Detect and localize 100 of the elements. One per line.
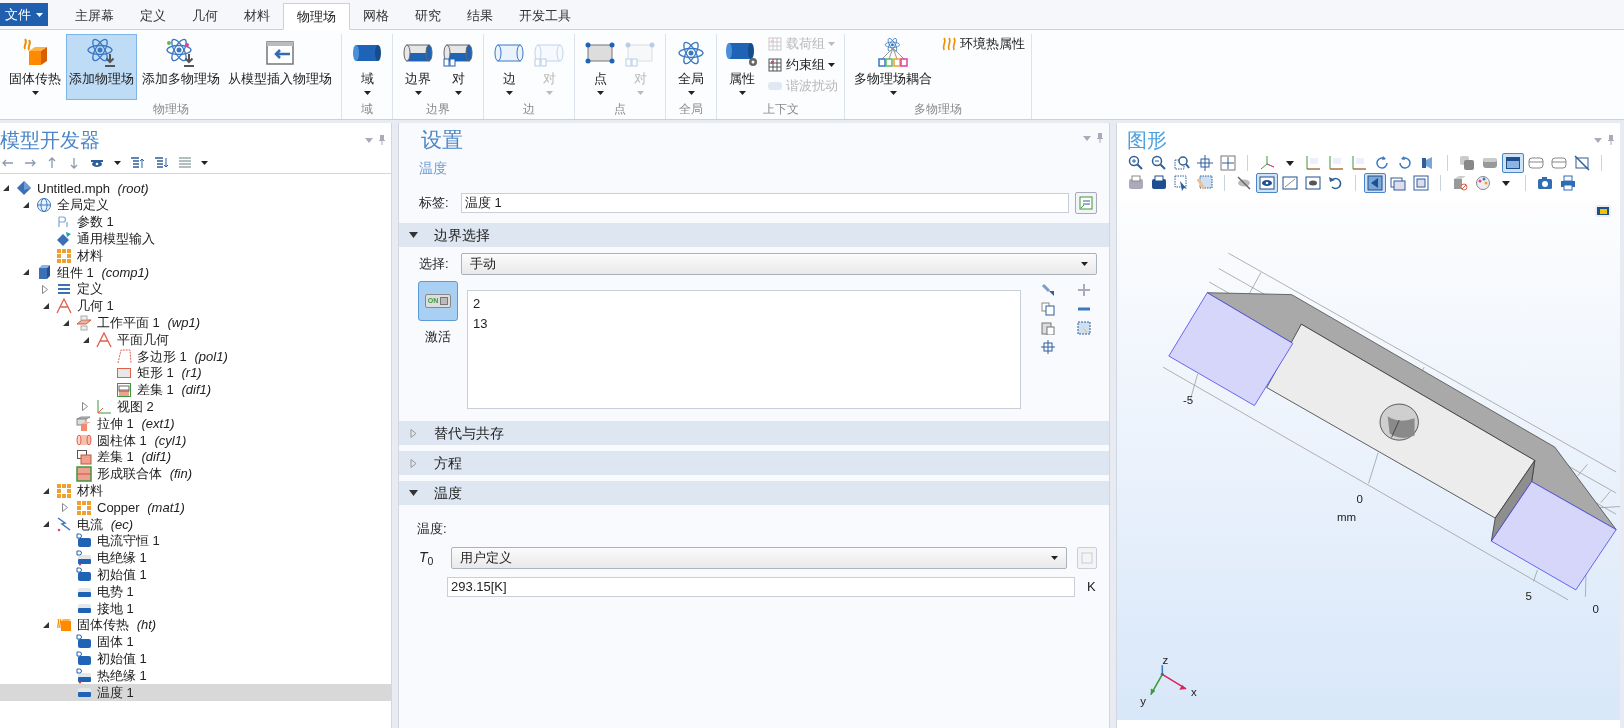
expanded-icon[interactable] bbox=[42, 486, 50, 495]
selection-dropdown[interactable]: 手动 bbox=[461, 253, 1097, 275]
tree-item[interactable]: 圆柱体 1 (cyl1) bbox=[0, 431, 391, 449]
caret-icon[interactable] bbox=[114, 161, 121, 165]
expanded-icon[interactable] bbox=[42, 520, 50, 529]
down-arrow-icon[interactable] bbox=[68, 157, 80, 169]
toolbar-button[interactable] bbox=[1364, 173, 1386, 193]
ribbon-button[interactable]: 添加物理场 bbox=[66, 34, 137, 100]
tree-item[interactable]: 温度 1 bbox=[0, 683, 391, 701]
ribbon-tab[interactable]: 开发工具 bbox=[506, 2, 584, 29]
tree-item[interactable]: 初始值 1 bbox=[0, 650, 391, 668]
collapsed-icon[interactable] bbox=[82, 402, 88, 412]
tree-item[interactable]: 拉伸 1 (ext1) bbox=[0, 415, 391, 432]
expand-list-icon[interactable] bbox=[155, 157, 169, 169]
tree-item[interactable]: 电流守恒 1 bbox=[0, 532, 391, 550]
ribbon-tab[interactable]: 定义 bbox=[127, 2, 179, 29]
list-item[interactable]: 13 bbox=[473, 314, 1020, 334]
tree-item[interactable]: 固体传热 (ht) bbox=[0, 616, 391, 634]
tree-item[interactable]: 差集 1 (dif1) bbox=[0, 448, 391, 466]
up-arrow-icon[interactable] bbox=[46, 157, 58, 169]
ribbon-tab[interactable]: 结果 bbox=[454, 2, 506, 29]
ribbon-tab[interactable]: 物理场 bbox=[283, 3, 350, 30]
forward-arrow-icon[interactable] bbox=[24, 157, 36, 169]
section-header[interactable]: 替代与共存 bbox=[399, 421, 1109, 445]
ribbon-tab[interactable]: 研究 bbox=[402, 2, 454, 29]
ribbon-tab[interactable]: 网格 bbox=[350, 2, 402, 29]
pin-icon[interactable] bbox=[1608, 135, 1614, 145]
toolbar-button[interactable] bbox=[1256, 173, 1278, 193]
ribbon-button[interactable]: 全局 bbox=[672, 34, 710, 100]
expanded-icon[interactable] bbox=[22, 268, 30, 277]
ribbon-button[interactable]: 边 bbox=[490, 34, 528, 100]
toolbar-button[interactable] bbox=[1502, 153, 1524, 173]
tree-item[interactable]: 电绝缘 1 bbox=[0, 549, 391, 567]
select-box-icon[interactable] bbox=[1077, 321, 1091, 335]
tree-item[interactable]: 组件 1 (comp1) bbox=[0, 264, 391, 281]
expanded-icon[interactable] bbox=[42, 301, 50, 310]
toolbar-button[interactable] bbox=[1302, 173, 1324, 193]
tree-item[interactable]: 材料 bbox=[0, 247, 391, 264]
collapsed-icon[interactable] bbox=[42, 284, 48, 294]
ribbon-button[interactable]: 边界 bbox=[399, 34, 437, 100]
expanded-icon[interactable] bbox=[62, 318, 70, 327]
section-header[interactable]: 温度 bbox=[399, 481, 1109, 505]
plus-icon[interactable] bbox=[1077, 283, 1091, 297]
collapse-list-icon[interactable] bbox=[131, 157, 145, 169]
ribbon-button[interactable]: 多物理场耦合 bbox=[851, 34, 935, 100]
back-arrow-icon[interactable] bbox=[2, 157, 14, 169]
ribbon-button[interactable]: 添加多物理场 bbox=[139, 34, 223, 100]
label-options-button[interactable] bbox=[1075, 192, 1097, 214]
tree-item[interactable]: Copper (mat1) bbox=[0, 499, 391, 516]
ribbon-tab[interactable]: 材料 bbox=[231, 2, 283, 29]
tree-item[interactable]: 热绝缘 1 bbox=[0, 667, 391, 684]
tree-item[interactable]: 差集 1 (dif1) bbox=[0, 381, 391, 399]
expanded-icon[interactable] bbox=[22, 201, 30, 210]
eye-icon[interactable] bbox=[90, 158, 104, 168]
clipboard-icon[interactable] bbox=[1041, 321, 1055, 335]
tree-item[interactable]: 参数 1 bbox=[0, 213, 391, 231]
caret-icon[interactable] bbox=[201, 161, 208, 165]
panel-menu-icon[interactable] bbox=[365, 137, 373, 143]
expanded-icon[interactable] bbox=[82, 335, 90, 344]
ribbon-button[interactable]: 域 bbox=[348, 34, 386, 100]
tree-item[interactable]: 工作平面 1 (wp1) bbox=[0, 314, 391, 332]
pin-icon[interactable] bbox=[1097, 133, 1103, 143]
expanded-icon[interactable] bbox=[2, 184, 10, 193]
tree-item[interactable]: 全局定义 bbox=[0, 196, 391, 214]
pin-icon[interactable] bbox=[379, 135, 385, 145]
tree-item[interactable]: 初始值 1 bbox=[0, 566, 391, 584]
panel-menu-icon[interactable] bbox=[1083, 135, 1091, 141]
crosshair-icon[interactable] bbox=[1041, 340, 1055, 354]
ribbon-button[interactable]: 从模型插入物理场 bbox=[225, 34, 335, 100]
scene-icon[interactable] bbox=[1594, 203, 1612, 219]
collapsed-icon[interactable] bbox=[62, 503, 68, 513]
ribbon-tab[interactable]: 几何 bbox=[179, 2, 231, 29]
tree-item[interactable]: 接地 1 bbox=[0, 599, 391, 617]
tree-item[interactable]: 通用模型输入 bbox=[0, 230, 391, 248]
ribbon-button[interactable]: 固体传热 bbox=[6, 34, 64, 100]
ribbon-tab[interactable]: 主屏幕 bbox=[62, 2, 127, 29]
selection-list[interactable]: 2 13 bbox=[467, 290, 1021, 409]
tree-item[interactable]: 矩形 1 (r1) bbox=[0, 364, 391, 382]
section-header[interactable]: 边界选择 bbox=[399, 223, 1109, 247]
section-header[interactable]: 方程 bbox=[399, 451, 1109, 475]
ribbon-button[interactable]: 约束组 bbox=[767, 56, 838, 74]
tree-item[interactable]: 平面几何 bbox=[0, 331, 391, 348]
tree-item[interactable]: 固体 1 bbox=[0, 633, 391, 651]
copy-icon[interactable] bbox=[1041, 302, 1055, 316]
tree-item[interactable]: 电流 (ec) bbox=[0, 515, 391, 533]
expanded-icon[interactable] bbox=[42, 621, 50, 630]
ribbon-button[interactable]: 属性 bbox=[723, 34, 761, 100]
ribbon-button[interactable]: 对 bbox=[439, 34, 477, 100]
panel-menu-icon[interactable] bbox=[1594, 137, 1602, 143]
tree-item[interactable]: 材料 bbox=[0, 482, 391, 500]
brush-icon[interactable] bbox=[1041, 283, 1055, 297]
tree-item[interactable]: 形成联合体 (fin) bbox=[0, 465, 391, 483]
tree-item[interactable]: 多边形 1 (pol1) bbox=[0, 347, 391, 365]
list-item[interactable]: 2 bbox=[473, 294, 1020, 314]
ribbon-button[interactable]: 点 bbox=[581, 34, 619, 100]
ribbon-button[interactable]: 环境热属性 bbox=[941, 35, 1025, 53]
file-menu-button[interactable]: 文件 bbox=[0, 3, 48, 26]
tree-item[interactable]: 电势 1 bbox=[0, 583, 391, 600]
value-field[interactable]: 293.15[K] bbox=[447, 576, 1075, 597]
label-field[interactable]: 温度 1 bbox=[461, 193, 1069, 213]
